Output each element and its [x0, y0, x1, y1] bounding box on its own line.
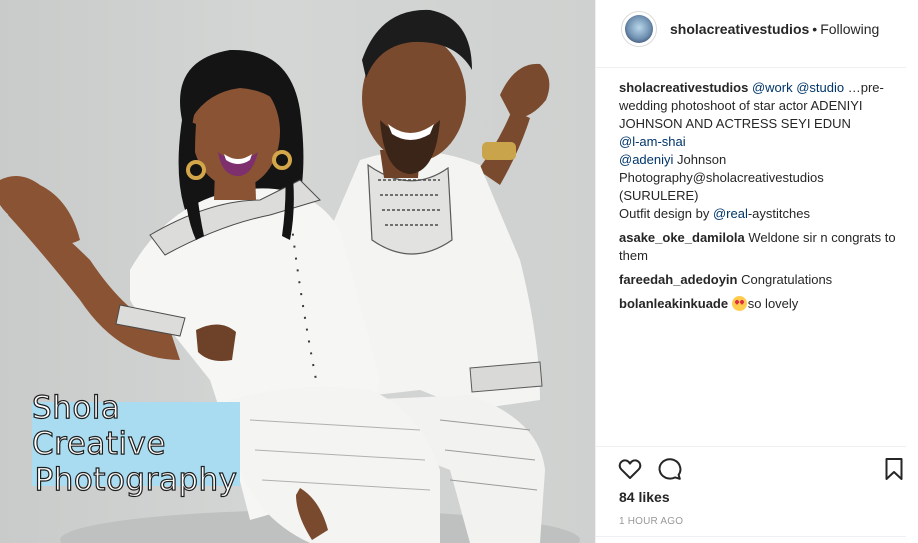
- watermark-line-1: Shola Creative: [31, 389, 166, 462]
- post-details-panel: sholacreativestudios • Following sholacrea…: [595, 0, 918, 543]
- comment-item: bolanleakinkuade so lovely: [619, 295, 899, 313]
- header-username-link[interactable]: sholacreativestudios: [670, 21, 809, 37]
- footer-divider: [596, 536, 906, 537]
- heart-eyes-emoji-icon: [731, 296, 747, 311]
- following-button[interactable]: Following: [820, 21, 879, 37]
- caption-text-3: Outfit design by: [619, 206, 710, 221]
- comment-username-link[interactable]: fareedah_adedoyin: [619, 272, 738, 287]
- comments-list: sholacreativestudios @work @studio …pre-…: [619, 79, 899, 319]
- post-caption: sholacreativestudios @work @studio …pre-…: [619, 79, 899, 223]
- header-text: sholacreativestudios • Following: [670, 21, 879, 37]
- bookmark-icon[interactable]: [882, 457, 906, 481]
- caption-username-link[interactable]: sholacreativestudios: [619, 80, 748, 95]
- comment-username-link[interactable]: asake_oke_damilola: [619, 230, 745, 245]
- comment-username-link[interactable]: bolanleakinkuade: [619, 296, 728, 311]
- watermark-line-2: Photography: [34, 461, 238, 498]
- mention-studio-link[interactable]: @studio: [796, 80, 844, 95]
- comment-item: fareedah_adedoyin Congratulations: [619, 271, 899, 289]
- post-photo[interactable]: Shola Creative Photography: [0, 0, 595, 543]
- actions-divider: [596, 446, 906, 447]
- likes-count[interactable]: 84 likes: [619, 489, 670, 505]
- avatar[interactable]: [621, 11, 657, 47]
- heart-outline-icon[interactable]: [618, 457, 642, 481]
- mention-work-link[interactable]: @work: [752, 80, 793, 95]
- comment-text: so lovely: [747, 296, 799, 311]
- header-separator: •: [812, 21, 818, 37]
- mention-real-link[interactable]: @real: [713, 206, 748, 221]
- photo-watermark: Shola Creative Photography: [31, 389, 240, 499]
- mention-lamshai-link[interactable]: @l-am-shai: [619, 134, 686, 149]
- mention-adeniyi-link[interactable]: @adeniyi: [619, 152, 673, 167]
- post-header: sholacreativestudios • Following: [596, 0, 906, 68]
- caption-text-4: -aystitches: [747, 206, 810, 221]
- comment-bubble-icon[interactable]: [658, 457, 682, 481]
- avatar-image: [625, 15, 653, 43]
- comment-text: Congratulations: [741, 272, 833, 287]
- post-timestamp[interactable]: 1 HOUR AGO: [619, 516, 683, 527]
- comment-item: asake_oke_damilola Weldone sir n congrat…: [619, 229, 899, 265]
